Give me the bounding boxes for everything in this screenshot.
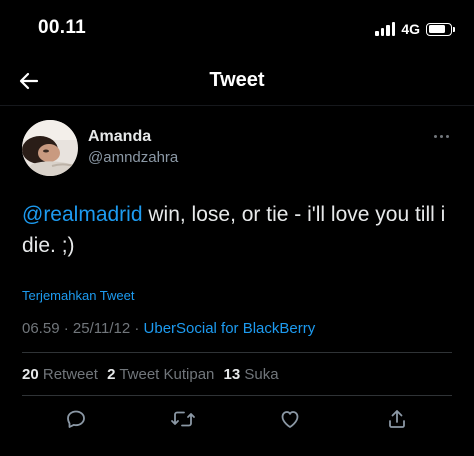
quotes-count: 2 [107, 366, 116, 383]
avatar[interactable] [22, 120, 78, 176]
retweets-label: Retweet [42, 366, 98, 383]
top-header: Tweet [0, 58, 474, 104]
retweets-stat[interactable]: 20 Retweet [22, 366, 98, 383]
share-button[interactable] [382, 404, 412, 434]
tweet-date: 25/11/12 [72, 320, 131, 337]
retweet-icon [171, 411, 195, 427]
status-time: 00.11 [38, 17, 86, 38]
likes-stat[interactable]: 13 Suka [224, 366, 279, 383]
tweet-text: @realmadrid win, lose, or tie - i'll lov… [22, 199, 462, 261]
header-divider [0, 105, 474, 106]
reply-button[interactable] [61, 404, 91, 434]
tweet-actions [0, 404, 474, 434]
network-type: 4G [401, 21, 420, 37]
tweet-source-link[interactable]: UberSocial for BlackBerry [144, 320, 316, 337]
mention-link[interactable]: @realmadrid [22, 203, 143, 226]
author-display-name[interactable]: Amanda [88, 128, 151, 146]
more-dot-icon [439, 134, 443, 138]
meta-separator: · [130, 320, 144, 337]
like-button[interactable] [275, 404, 305, 434]
author-username[interactable]: @amndzahra [88, 149, 178, 166]
page-title: Tweet [209, 69, 265, 91]
likes-count: 13 [223, 366, 241, 383]
like-icon [281, 411, 299, 428]
more-dot-icon [445, 134, 449, 138]
tweet-meta: 06.59 · 25/11/12 · UberSocial for BlackB… [22, 320, 315, 337]
stats-divider-top [22, 352, 452, 353]
signal-icon [375, 22, 396, 36]
quotes-stat[interactable]: 2 Tweet Kutipan [107, 366, 214, 383]
share-icon [389, 410, 405, 428]
quotes-label: Tweet Kutipan [119, 366, 215, 383]
retweet-button[interactable] [168, 404, 198, 434]
reply-icon [67, 410, 85, 428]
stats-divider-bottom [22, 395, 452, 396]
meta-separator: · [59, 320, 73, 337]
translate-tweet-link[interactable]: Terjemahkan Tweet [22, 288, 135, 303]
likes-label: Suka [244, 366, 279, 383]
status-indicators: 4G [375, 20, 455, 38]
status-bar: 00.11 4G [0, 0, 474, 58]
retweets-count: 20 [22, 366, 39, 383]
avatar-image [22, 120, 78, 176]
more-dot-icon [433, 134, 437, 138]
tweet-time: 06.59 [22, 320, 60, 337]
more-options-button[interactable] [430, 128, 452, 144]
battery-icon [426, 22, 455, 36]
tweet-stats: 20 Retweet 2 Tweet Kutipan 13 Suka [22, 366, 284, 383]
